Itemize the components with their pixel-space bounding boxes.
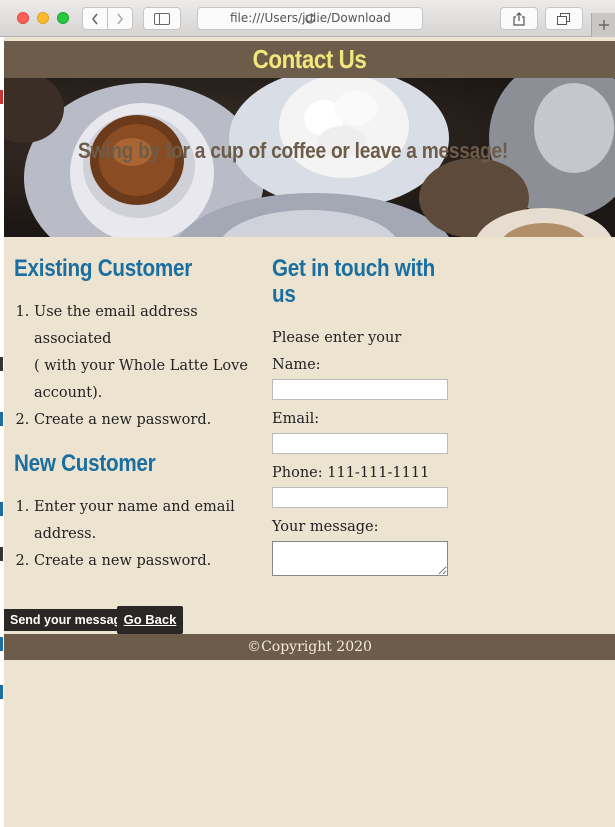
page-footer: ©Copyright 2020 [4, 634, 615, 660]
message-label: Your message: [272, 519, 379, 535]
sidebar-icon [154, 12, 170, 25]
page-header: Contact Us [4, 41, 615, 78]
browser-toolbar: file:///Users/julie/Downloads [0, 0, 615, 37]
share-button[interactable] [500, 7, 538, 30]
email-field[interactable] [272, 433, 448, 454]
reload-icon[interactable] [304, 12, 316, 25]
address-bar[interactable]: file:///Users/julie/Downloads [197, 7, 423, 30]
background-mark [0, 685, 3, 699]
plus-icon [598, 20, 609, 30]
step-text: Create a new password. [34, 553, 212, 569]
step-text: ( with your Whole Latte Love [34, 358, 248, 374]
page-title: Contact Us [252, 44, 367, 74]
step-text: address. [34, 526, 97, 542]
forward-button[interactable] [107, 7, 133, 30]
message-field[interactable] [272, 541, 448, 576]
new-customer-heading: New Customer [14, 450, 156, 477]
hero-banner: Swing by for a cup of coffee or leave a … [4, 78, 615, 237]
step-text: Use the email address [34, 304, 198, 320]
hero-tagline: Swing by for a cup of coffee or leave a … [78, 138, 508, 163]
name-label: Name: [272, 357, 321, 373]
step-text: Create a new password. [34, 412, 212, 428]
step-text: account). [34, 385, 103, 401]
new-tab-button[interactable] [591, 13, 615, 37]
share-icon [513, 11, 525, 26]
list-item: Create a new password. [34, 548, 259, 575]
email-label: Email: [272, 411, 320, 427]
tab-overview-button[interactable] [545, 7, 583, 30]
list-item: Use the email address associated ( with … [34, 299, 259, 407]
page-viewport: Contact Us Swing by for a cup of coffee … [0, 37, 615, 827]
existing-customer-steps: Use the email address associated ( with … [14, 299, 259, 434]
step-text: associated [34, 331, 112, 347]
back-button[interactable] [82, 7, 108, 30]
tabs-icon [557, 12, 570, 25]
sidebar-toggle-button[interactable] [143, 7, 181, 30]
phone-label: Phone: 111-111-1111 [272, 465, 430, 481]
existing-customer-heading: Existing Customer [14, 255, 192, 282]
go-back-button[interactable]: Go Back [117, 606, 183, 634]
new-customer-steps: Enter your name and email address. Creat… [14, 494, 259, 575]
chevron-left-icon [91, 13, 98, 24]
customer-instructions: Existing Customer Use the email address … [14, 256, 259, 575]
name-field[interactable] [272, 379, 448, 400]
send-message-button[interactable]: Send your message [4, 609, 135, 631]
contact-form: Get in touch with us Please enter your N… [272, 256, 452, 582]
list-item: Create a new password. [34, 407, 259, 434]
list-item: Enter your name and email address. [34, 494, 259, 548]
background-mark [0, 502, 3, 516]
contact-page: Contact Us Swing by for a cup of coffee … [4, 37, 615, 827]
minimize-window-button[interactable] [37, 12, 49, 24]
chevron-right-icon [117, 13, 124, 24]
phone-field[interactable] [272, 487, 448, 508]
background-mark [0, 637, 3, 651]
contact-heading: Get in touch with us [272, 255, 436, 308]
background-mark [0, 547, 3, 561]
maximize-window-button[interactable] [57, 12, 69, 24]
background-mark [0, 412, 3, 426]
close-window-button[interactable] [17, 12, 29, 24]
step-text: Enter your name and email [34, 499, 235, 515]
background-mark [0, 90, 3, 104]
form-intro: Please enter your [272, 330, 402, 346]
background-mark [0, 357, 3, 371]
copyright-text: ©Copyright 2020 [247, 639, 372, 655]
